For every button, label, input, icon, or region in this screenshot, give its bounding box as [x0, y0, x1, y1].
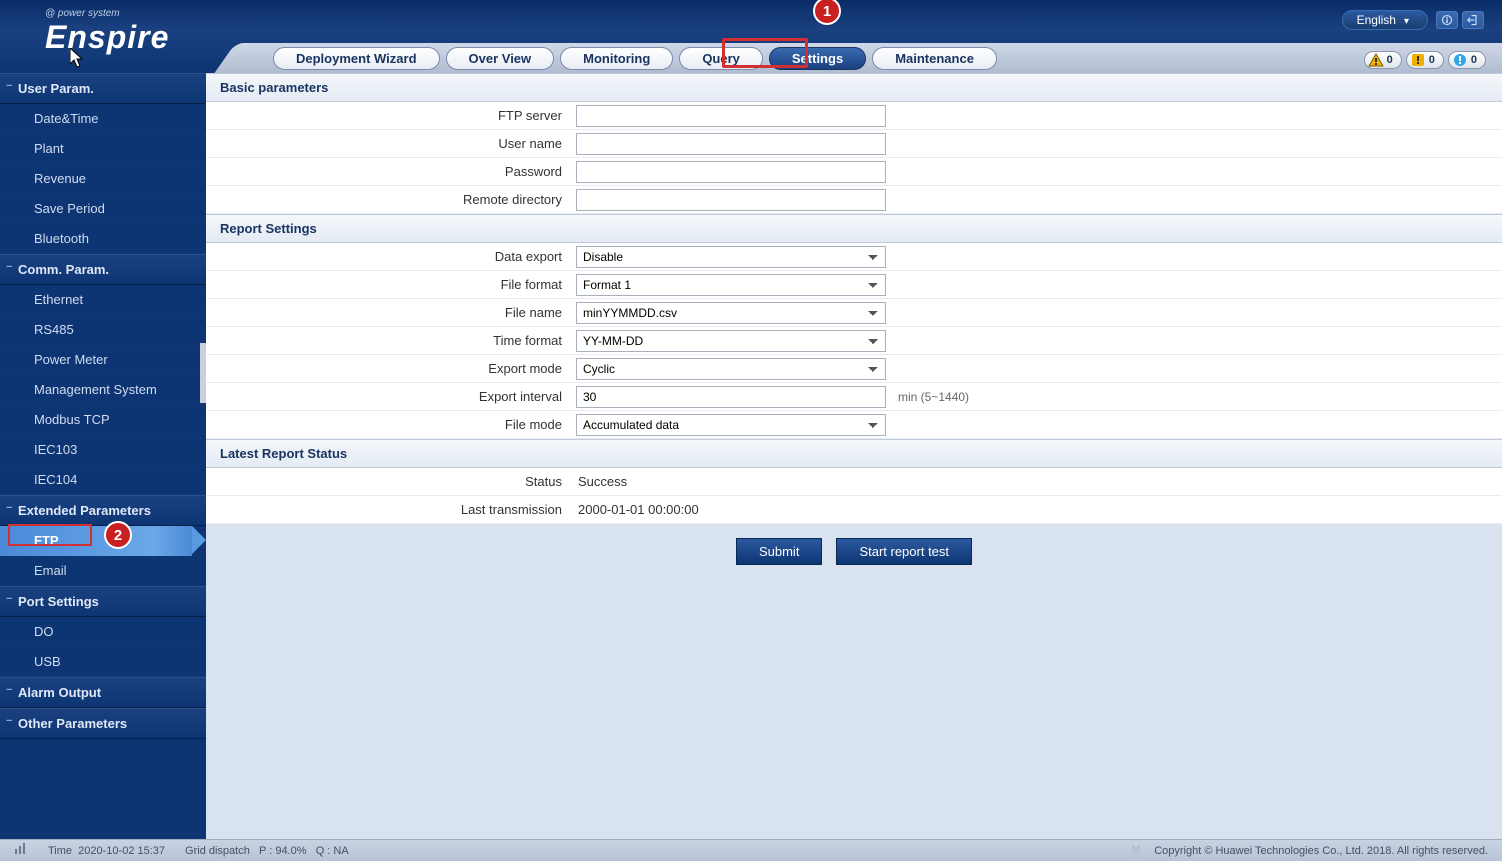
sidebar-item-iec103[interactable]: IEC103 [0, 435, 206, 465]
brand-logo: @ power system Enspire [45, 8, 169, 56]
status-bar: Time 2020-10-02 15:37 Grid dispatch P : … [0, 839, 1502, 861]
sidebar-item-save-period[interactable]: Save Period [0, 194, 206, 224]
data-export-select[interactable]: Disable [576, 246, 886, 268]
label-file-name: File name [206, 305, 576, 320]
label-password: Password [206, 164, 576, 179]
info-icon[interactable] [1436, 11, 1458, 29]
callout-1: 1 [813, 0, 841, 25]
user-name-input[interactable] [576, 133, 886, 155]
logout-icon[interactable] [1462, 11, 1484, 29]
sidebar-group-port-settings[interactable]: Port Settings [0, 586, 206, 617]
sidebar-item-rs485[interactable]: RS485 [0, 315, 206, 345]
sidebar-group-user-param[interactable]: User Param. [0, 73, 206, 104]
ftp-server-input[interactable] [576, 105, 886, 127]
label-ftp-server: FTP server [206, 108, 576, 123]
sidebar-item-ethernet[interactable]: Ethernet [0, 285, 206, 315]
app-header: @ power system Enspire English Deploymen… [0, 0, 1502, 73]
alarm-minor-badge[interactable]: 0 [1406, 51, 1444, 69]
sidebar-item-management-system[interactable]: Management System [0, 375, 206, 405]
file-name-select[interactable]: minYYMMDD.csv [576, 302, 886, 324]
label-user-name: User name [206, 136, 576, 151]
sidebar-item-email[interactable]: Email [0, 556, 206, 586]
value-status: Success [576, 474, 627, 489]
label-status: Status [206, 474, 576, 489]
footer-time-label: Time [48, 845, 72, 857]
label-remote-directory: Remote directory [206, 192, 576, 207]
password-input[interactable] [576, 161, 886, 183]
sidebar-group-comm-param[interactable]: Comm. Param. [0, 254, 206, 285]
sidebar-item-iec104[interactable]: IEC104 [0, 465, 206, 495]
remote-directory-input[interactable] [576, 189, 886, 211]
label-export-interval: Export interval [206, 389, 576, 404]
sidebar-item-revenue[interactable]: Revenue [0, 164, 206, 194]
export-interval-input[interactable] [576, 386, 886, 408]
footer-copyright: Copyright © Huawei Technologies Co., Ltd… [1154, 845, 1488, 857]
tab-maintenance[interactable]: Maintenance [872, 47, 997, 70]
tab-deployment-wizard[interactable]: Deployment Wizard [273, 47, 440, 70]
hint-export-interval: min (5~1440) [886, 390, 969, 404]
footer-q: Q : NA [316, 845, 349, 857]
sidebar-item-datetime[interactable]: Date&Time [0, 104, 206, 134]
label-time-format: Time format [206, 333, 576, 348]
label-file-mode: File mode [206, 417, 576, 432]
callout-1-highlight [722, 38, 808, 68]
brand-name: Enspire [45, 19, 169, 56]
section-basic-parameters: Basic parameters [206, 73, 1502, 102]
huawei-logo-icon [1126, 844, 1146, 858]
section-latest-report-status: Latest Report Status [206, 439, 1502, 468]
section-report-settings: Report Settings [206, 214, 1502, 243]
callout-2-highlight [8, 524, 92, 546]
sidebar: User Param. Date&Time Plant Revenue Save… [0, 73, 206, 839]
square-warning-icon [1410, 53, 1426, 67]
export-mode-select[interactable]: Cyclic [576, 358, 886, 380]
sidebar-item-bluetooth[interactable]: Bluetooth [0, 224, 206, 254]
language-select[interactable]: English [1342, 10, 1428, 30]
sidebar-group-alarm-output[interactable]: Alarm Output [0, 677, 206, 708]
alarm-major-badge[interactable]: 0 [1364, 51, 1402, 69]
callout-2: 2 [104, 521, 132, 549]
sidebar-item-plant[interactable]: Plant [0, 134, 206, 164]
footer-chart-icon [14, 843, 28, 858]
time-format-select[interactable]: YY-MM-DD [576, 330, 886, 352]
alarm-warning-badge[interactable]: 0 [1448, 51, 1486, 69]
sidebar-item-power-meter[interactable]: Power Meter [0, 345, 206, 375]
sidebar-item-usb[interactable]: USB [0, 647, 206, 677]
label-file-format: File format [206, 277, 576, 292]
file-format-select[interactable]: Format 1 [576, 274, 886, 296]
sidebar-group-extended-parameters[interactable]: Extended Parameters [0, 495, 206, 526]
sidebar-item-do[interactable]: DO [0, 617, 206, 647]
tab-monitoring[interactable]: Monitoring [560, 47, 673, 70]
circle-warning-icon [1452, 53, 1468, 67]
triangle-warning-icon [1368, 53, 1384, 67]
sidebar-item-modbus-tcp[interactable]: Modbus TCP [0, 405, 206, 435]
tab-over-view[interactable]: Over View [446, 47, 555, 70]
brand-tagline: @ power system [45, 8, 169, 19]
sidebar-group-other-parameters[interactable]: Other Parameters [0, 708, 206, 739]
button-row: Submit Start report test [206, 524, 1502, 579]
footer-dispatch-label: Grid dispatch [185, 845, 250, 857]
main-tabs: Deployment Wizard Over View Monitoring Q… [250, 43, 1502, 73]
alarm-badges: 0 0 0 [1364, 51, 1486, 69]
submit-button[interactable]: Submit [736, 538, 822, 565]
footer-time-value: 2020-10-02 15:37 [78, 845, 165, 857]
language-area: English [1342, 10, 1484, 30]
content-pane: Basic parameters FTP server User name Pa… [206, 73, 1502, 839]
label-data-export: Data export [206, 249, 576, 264]
start-report-test-button[interactable]: Start report test [836, 538, 972, 565]
value-last-transmission: 2000-01-01 00:00:00 [576, 502, 699, 517]
label-last-transmission: Last transmission [206, 502, 576, 517]
footer-p: P : 94.0% [259, 845, 307, 857]
cursor-icon [70, 48, 86, 68]
label-export-mode: Export mode [206, 361, 576, 376]
file-mode-select[interactable]: Accumulated data [576, 414, 886, 436]
